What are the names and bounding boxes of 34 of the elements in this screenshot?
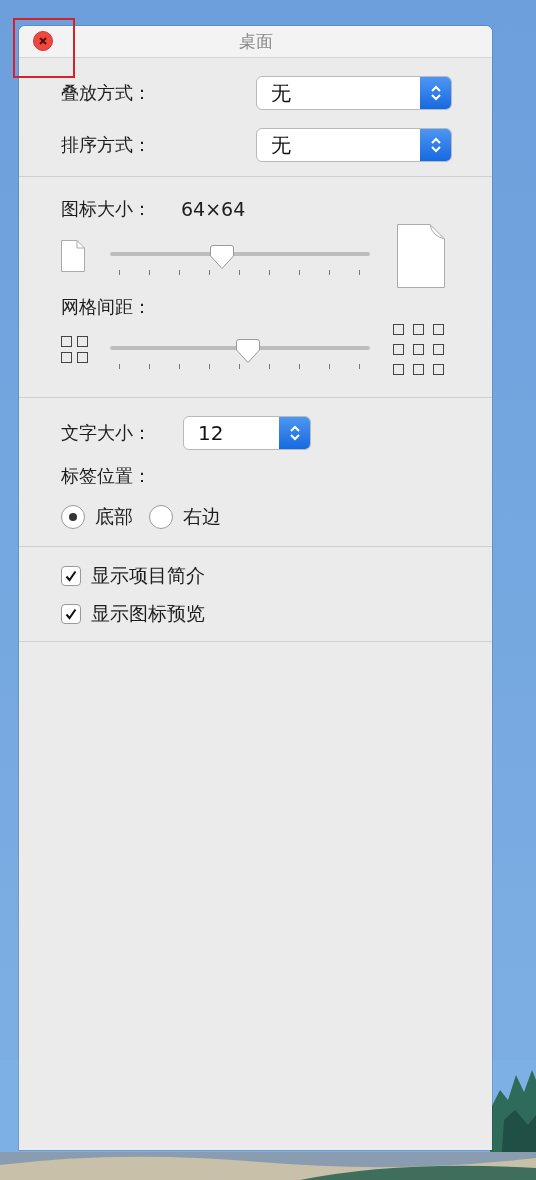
- field-label: 排序方式：: [61, 133, 151, 157]
- window-title: 桌面: [238, 30, 273, 53]
- slider-thumb[interactable]: [208, 243, 235, 270]
- document-icon: [61, 240, 85, 272]
- radio-button[interactable]: [61, 505, 85, 529]
- radio-button[interactable]: [149, 505, 173, 529]
- slider-thumb[interactable]: [234, 337, 261, 364]
- field-label: 图标大小：: [61, 197, 151, 221]
- chevron-icon: [429, 136, 442, 154]
- checkbox[interactable]: [61, 566, 81, 586]
- close-button[interactable]: [33, 31, 53, 51]
- slider-track[interactable]: [110, 243, 370, 270]
- chevron-icon: [288, 424, 301, 442]
- chevron-icon: [429, 84, 442, 102]
- popup-button[interactable]: 无: [256, 128, 452, 162]
- field-label: 叠放方式：: [61, 81, 151, 105]
- checkmark-icon: [65, 570, 77, 582]
- checkbox[interactable]: [61, 604, 81, 624]
- field-label: 文字大小：: [61, 421, 151, 445]
- grid-icon: [61, 336, 89, 364]
- popup-button[interactable]: 无: [256, 76, 452, 110]
- document-icon: [397, 224, 445, 288]
- radio-option[interactable]: 底部: [61, 504, 133, 530]
- slider-track[interactable]: [110, 337, 370, 364]
- radio-option[interactable]: 右边: [149, 504, 221, 530]
- checkmark-icon: [65, 608, 77, 620]
- checkbox-option[interactable]: 显示项目简介: [61, 563, 452, 589]
- popup-button[interactable]: 12: [183, 416, 311, 450]
- field-label: 标签位置：: [61, 464, 152, 488]
- value-label: 64×64: [181, 198, 246, 220]
- grid-icon: [393, 324, 445, 376]
- close-icon: [39, 37, 47, 45]
- checkbox-option[interactable]: 显示图标预览: [61, 601, 452, 627]
- field-label: 网格间距：: [61, 295, 151, 319]
